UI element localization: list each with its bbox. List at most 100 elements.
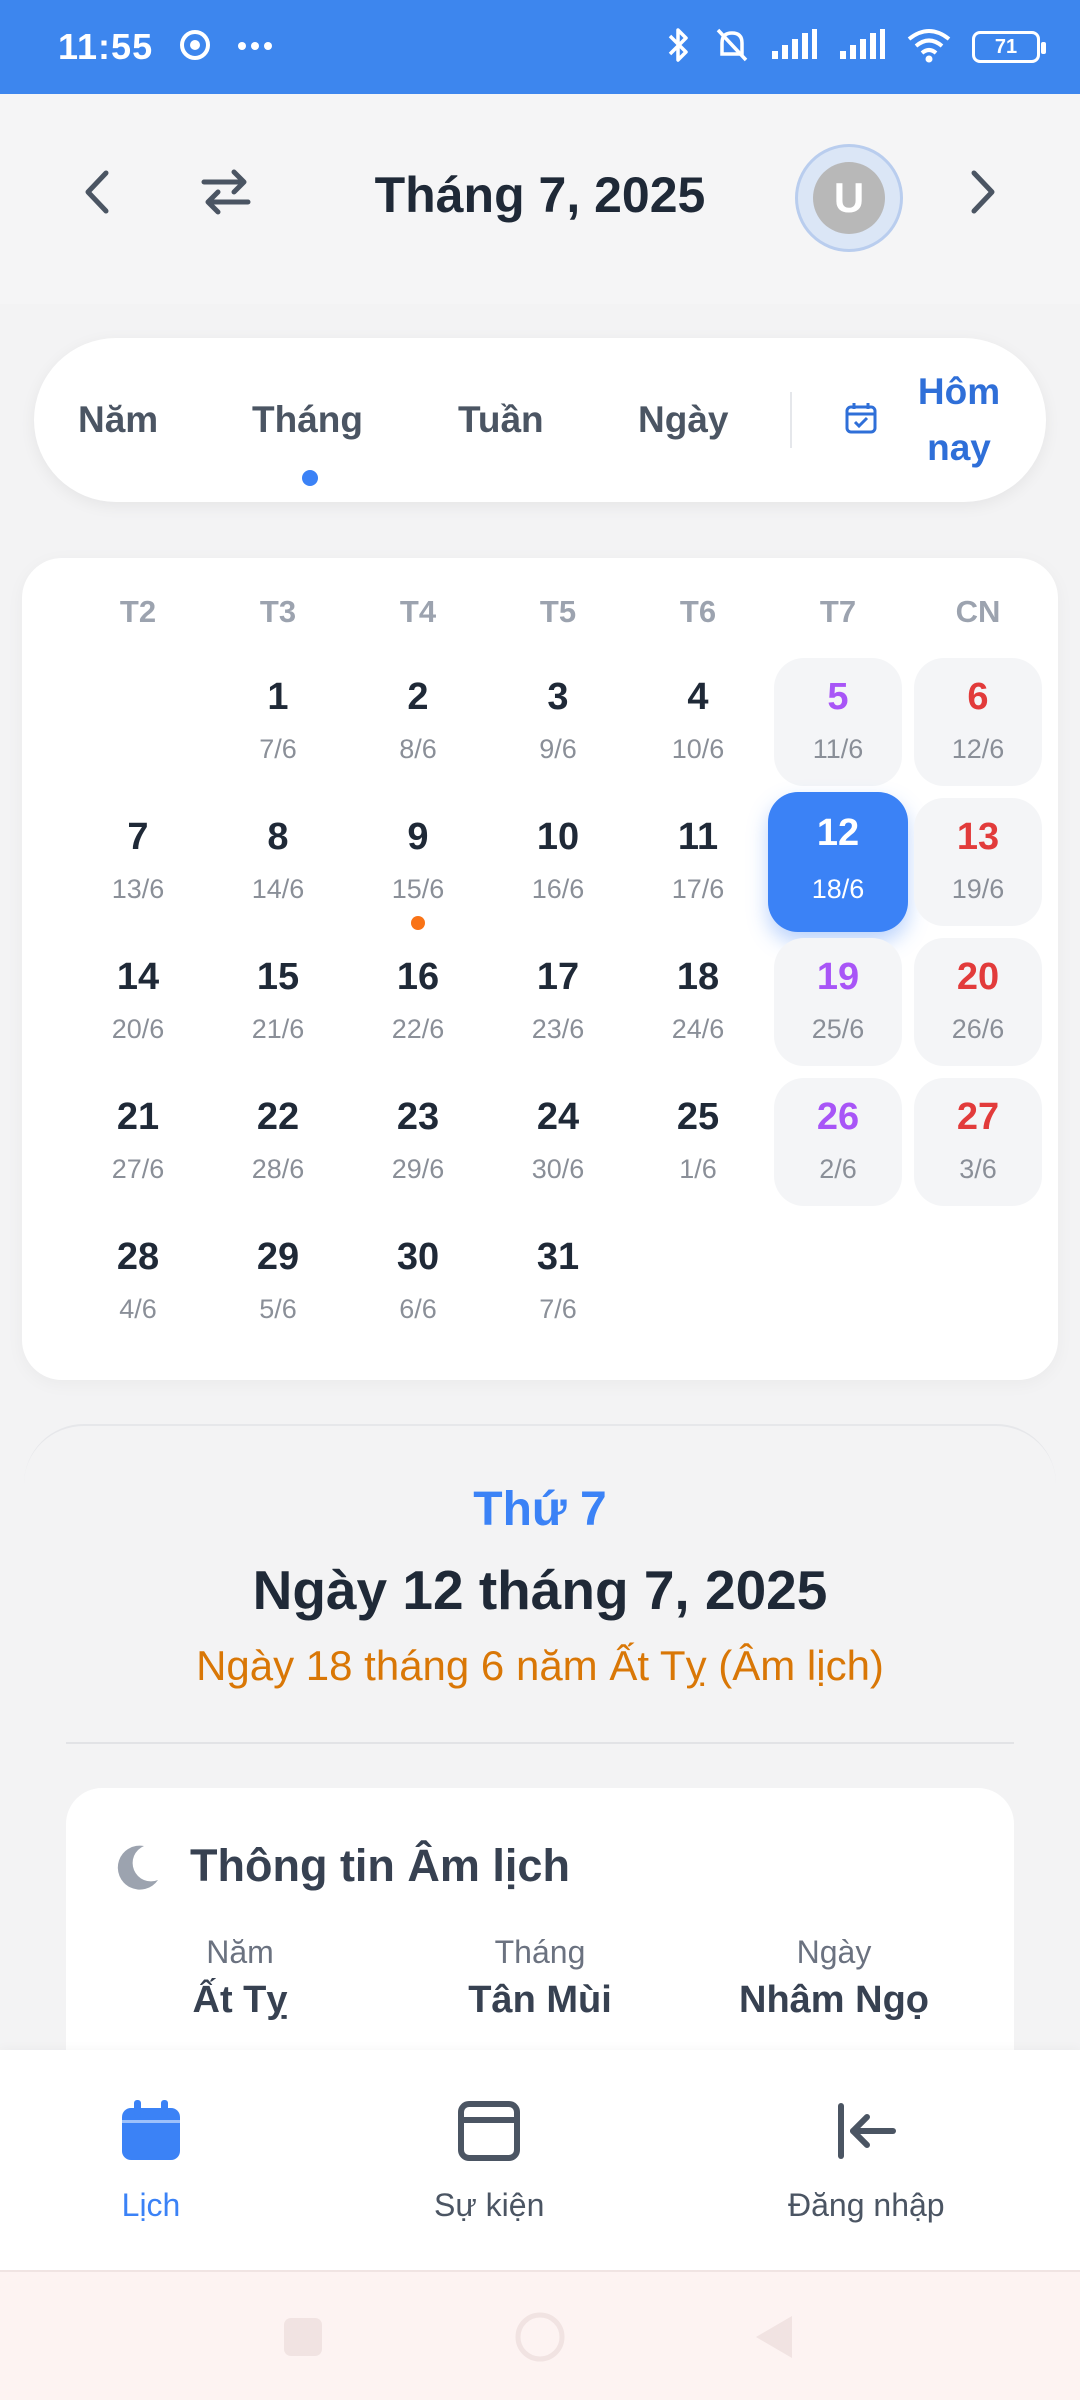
weekday-header: T3 <box>259 594 297 629</box>
calendar-day[interactable]: 8 14/6 <box>214 798 342 926</box>
lunar-day: 14/6 <box>251 874 305 904</box>
day-number: 10 <box>536 816 580 858</box>
lunar-day: 28/6 <box>251 1154 305 1184</box>
chevron-right-icon[interactable] <box>942 152 1022 232</box>
lunar-day: 15/6 <box>391 874 445 904</box>
calendar-day[interactable]: 29 5/6 <box>214 1218 342 1346</box>
calendar-day[interactable]: 14 20/6 <box>74 938 202 1066</box>
signal-icon <box>770 28 818 66</box>
calendar-day[interactable]: 19 25/6 <box>774 938 902 1066</box>
lunar-day: 19/6 <box>951 874 1005 904</box>
lunar-day: 4/6 <box>119 1294 157 1324</box>
calendar-day[interactable]: 11 17/6 <box>634 798 762 926</box>
weekday-header: T7 <box>819 594 857 629</box>
divider <box>66 1742 1014 1744</box>
lunar-day: 22/6 <box>391 1014 445 1044</box>
calendar-day[interactable]: 1 7/6 <box>214 658 342 786</box>
day-number: 8 <box>267 816 289 858</box>
day-number: 31 <box>536 1236 580 1278</box>
lunar-day: 30/6 <box>531 1154 585 1184</box>
day-number: 5 <box>827 676 849 718</box>
bell-muted-icon <box>714 26 750 69</box>
calendar-icon <box>118 2098 184 2169</box>
calendar-day[interactable]: 31 7/6 <box>494 1218 622 1346</box>
day-number: 1 <box>267 676 289 718</box>
lunar-info-title: Thông tin Âm lịch <box>190 1840 570 1891</box>
day-number: 7 <box>127 816 149 858</box>
calendar-day[interactable]: 23 29/6 <box>354 1078 482 1206</box>
lunar-day: 18/6 <box>811 874 865 904</box>
calendar-day[interactable]: 22 28/6 <box>214 1078 342 1206</box>
bluetooth-icon <box>664 26 694 69</box>
calendar-day[interactable]: 16 22/6 <box>354 938 482 1066</box>
calendar-day-selected[interactable]: 12 18/6 <box>768 792 908 932</box>
selected-date: Ngày 12 tháng 7, 2025 <box>252 1559 828 1621</box>
recents-icon[interactable] <box>276 2310 330 2364</box>
calendar-day[interactable]: 17 23/6 <box>494 938 622 1066</box>
calendar-day[interactable]: 18 24/6 <box>634 938 762 1066</box>
lunar-day-value: Nhâm Ngọ <box>739 1979 929 2021</box>
lunar-day: 13/6 <box>111 874 165 904</box>
day-number: 28 <box>116 1236 160 1278</box>
lunar-day: 24/6 <box>671 1014 725 1044</box>
lunar-day: 25/6 <box>811 1014 865 1044</box>
calendar-day[interactable]: 21 27/6 <box>74 1078 202 1206</box>
calendar-day[interactable]: 28 4/6 <box>74 1218 202 1346</box>
day-number: 23 <box>396 1096 440 1138</box>
nav-login[interactable]: Đăng nhập <box>788 2098 945 2224</box>
nav-events[interactable]: Sự kiện <box>434 2098 544 2224</box>
avatar[interactable]: U <box>795 144 903 252</box>
signal-icon <box>838 28 886 66</box>
calendar-day[interactable]: 20 26/6 <box>914 938 1042 1066</box>
lunar-day-label: Ngày <box>796 1934 872 1970</box>
tab-week[interactable]: Tuần <box>458 338 544 502</box>
nav-calendar[interactable]: Lịch <box>118 2098 184 2224</box>
active-tab-indicator <box>302 470 318 486</box>
back-icon[interactable] <box>748 2310 802 2364</box>
tab-year[interactable]: Năm <box>78 338 158 502</box>
calendar-day[interactable]: 24 30/6 <box>494 1078 622 1206</box>
event-icon <box>456 2098 522 2169</box>
calendar-day[interactable]: 10 16/6 <box>494 798 622 926</box>
calendar-day[interactable]: 27 3/6 <box>914 1078 1042 1206</box>
system-nav-bar <box>0 2270 1080 2400</box>
day-number: 3 <box>547 676 569 718</box>
day-number: 16 <box>396 956 440 998</box>
tab-divider <box>790 392 792 448</box>
avatar-initial: U <box>813 162 885 234</box>
lunar-day: Ngày Nhâm Ngọ <box>684 1934 984 2022</box>
calendar-day[interactable]: 4 10/6 <box>634 658 762 786</box>
calendar-check-icon <box>844 401 878 440</box>
calendar-day[interactable]: 13 19/6 <box>914 798 1042 926</box>
calendar-day[interactable]: 25 1/6 <box>634 1078 762 1206</box>
lunar-year-value: Ất Tỵ <box>192 1979 288 2021</box>
selected-weekday: Thứ 7 <box>473 1483 607 1536</box>
calendar-day[interactable]: 6 12/6 <box>914 658 1042 786</box>
tab-day[interactable]: Ngày <box>638 338 728 502</box>
bottom-nav: Lịch Sự kiện Đăng nhập <box>0 2050 1080 2270</box>
calendar-day[interactable]: 7 13/6 <box>74 798 202 926</box>
day-number: 24 <box>536 1096 580 1138</box>
calendar-day[interactable]: 30 6/6 <box>354 1218 482 1346</box>
calendar-day[interactable]: 15 21/6 <box>214 938 342 1066</box>
day-number: 14 <box>116 956 160 998</box>
lunar-day: 8/6 <box>399 734 437 764</box>
day-number: 20 <box>956 956 1000 998</box>
lunar-day: 29/6 <box>391 1154 445 1184</box>
calendar-day[interactable]: 26 2/6 <box>774 1078 902 1206</box>
month-calendar: T2 T3 T4 T5 T6 T7 CN 1 7/6 2 8/6 3 9/6 4 10/6 5 11/6 6 12/… <box>22 558 1058 1380</box>
calendar-day[interactable]: 5 11/6 <box>774 658 902 786</box>
day-number: 4 <box>687 676 709 718</box>
more-icon <box>237 38 273 56</box>
lunar-day: 5/6 <box>259 1294 297 1324</box>
today-button[interactable]: Hôm nay <box>844 362 1014 478</box>
lunar-day: 20/6 <box>111 1014 165 1044</box>
lunar-day: 9/6 <box>539 734 577 764</box>
lunar-day: 16/6 <box>531 874 585 904</box>
calendar-day[interactable]: 9 15/6 <box>354 798 482 930</box>
home-icon[interactable] <box>513 2310 567 2364</box>
calendar-day[interactable]: 3 9/6 <box>494 658 622 786</box>
nav-calendar-label: Lịch <box>121 2187 181 2223</box>
weekday-header: CN <box>955 594 1001 629</box>
calendar-day[interactable]: 2 8/6 <box>354 658 482 786</box>
